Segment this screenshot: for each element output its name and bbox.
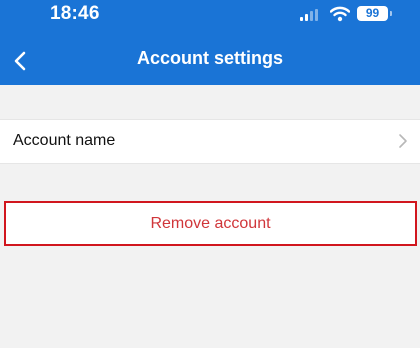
remove-account-label: Remove account — [150, 214, 271, 232]
back-button[interactable] — [0, 44, 40, 78]
remove-account-button[interactable]: Remove account — [4, 201, 417, 246]
wifi-icon — [330, 6, 350, 22]
chevron-left-icon — [14, 51, 26, 71]
signal-icon — [300, 9, 320, 21]
page-title: Account settings — [136, 48, 283, 68]
battery-tip — [390, 11, 392, 16]
battery-icon: 99 — [357, 6, 388, 21]
top-bar: 18:46 99 Account settings — [0, 0, 420, 85]
status-time: 18:46 — [50, 3, 100, 24]
account-name-row[interactable]: Account name — [0, 119, 420, 164]
chevron-right-icon — [399, 134, 407, 148]
account-name-label: Account name — [13, 132, 116, 149]
